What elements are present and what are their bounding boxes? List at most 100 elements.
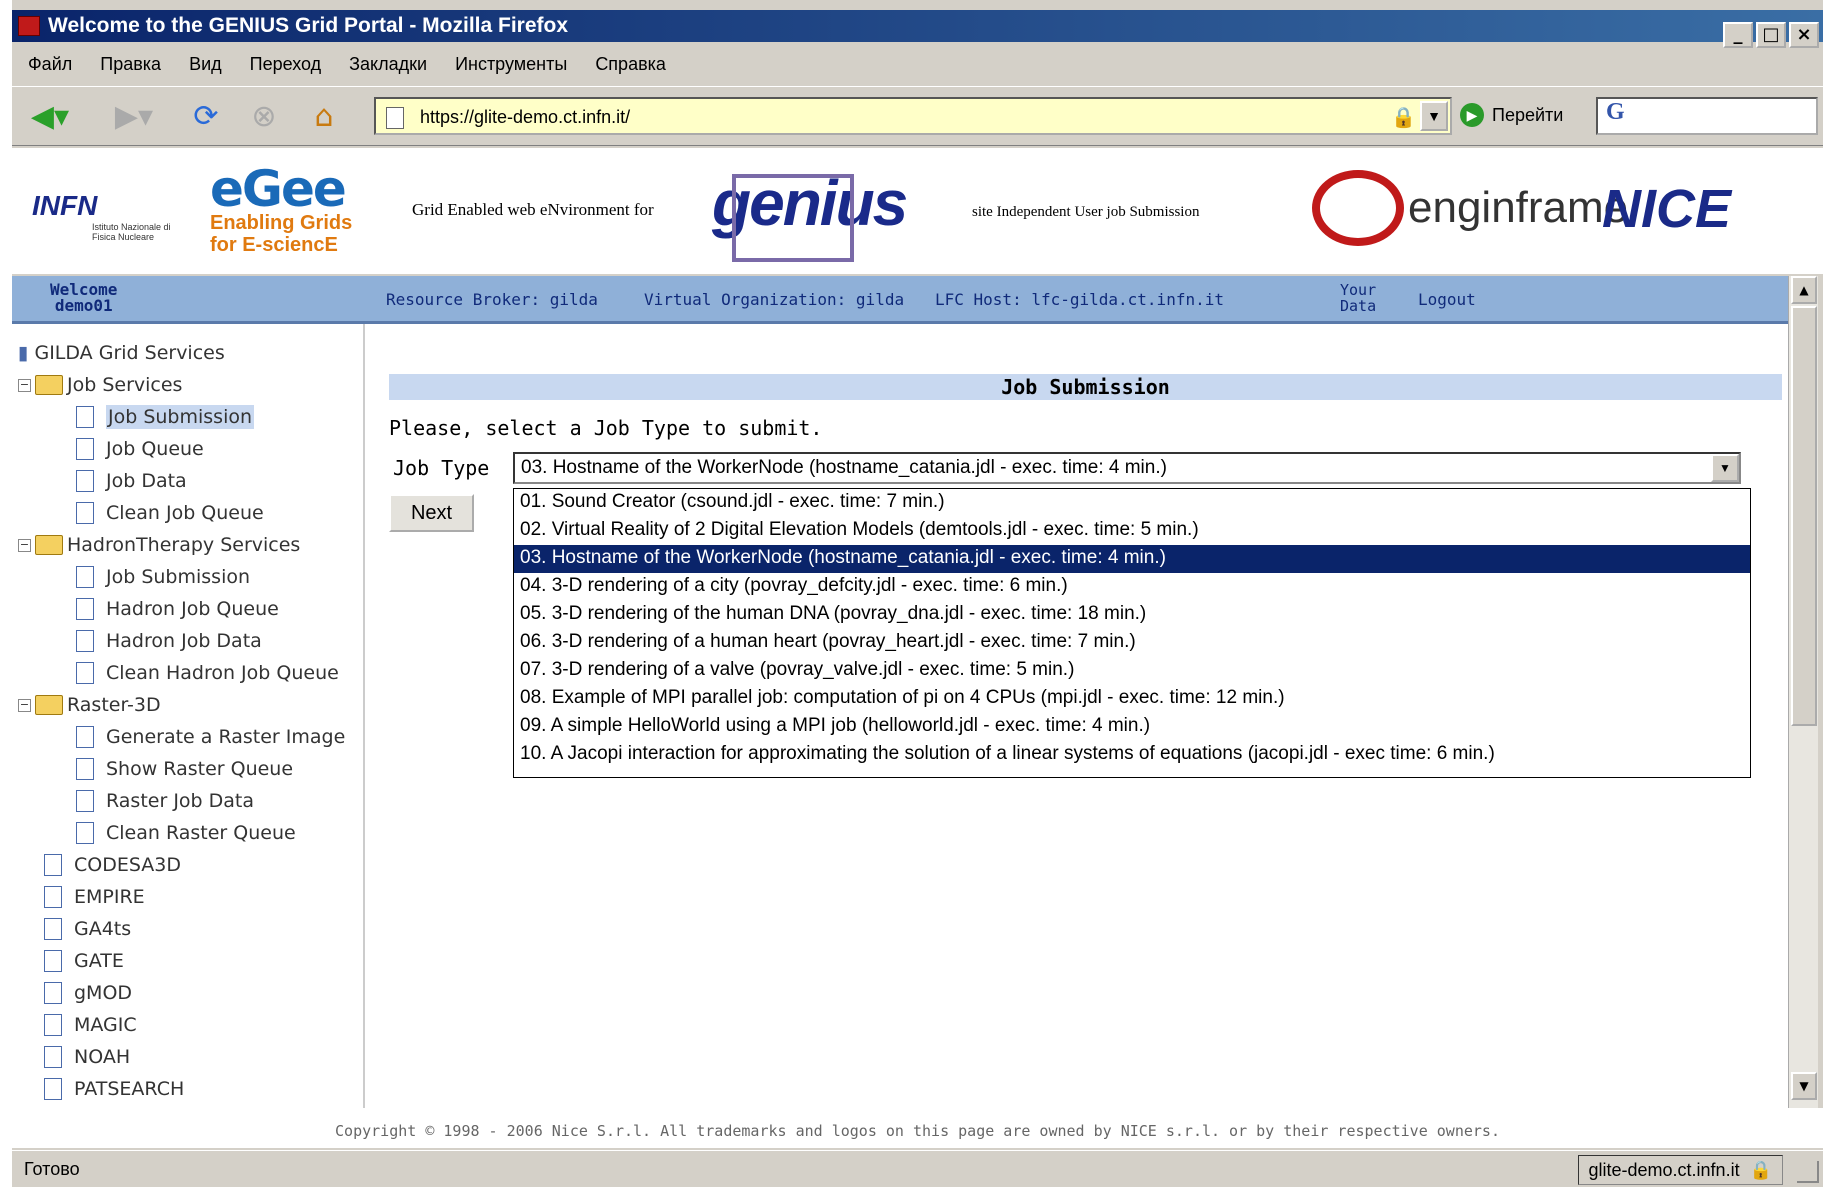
tree-folder-hadrontherapy[interactable]: − HadronTherapy Services (18, 530, 300, 560)
job-type-selected-value: 03. Hostname of the WorkerNode (hostname… (521, 457, 1167, 478)
document-icon (76, 566, 94, 588)
collapse-icon[interactable]: − (18, 378, 31, 392)
scroll-down-icon[interactable]: ▼ (1791, 1072, 1817, 1100)
back-arrow-icon[interactable]: ◀▾ (20, 94, 80, 138)
tree-item-noah[interactable]: NOAH (44, 1042, 130, 1072)
tree-item-hadron-job-queue[interactable]: Hadron Job Queue (76, 594, 279, 624)
menu-file[interactable]: Файл (28, 54, 72, 75)
stop-icon[interactable]: ⊗ (242, 94, 286, 138)
menu-go[interactable]: Переход (250, 54, 322, 75)
url-field[interactable]: https://glite-demo.ct.infn.it/ 🔒 ▼ (374, 97, 1452, 135)
reload-icon[interactable]: ⟳ (184, 94, 228, 138)
scroll-up-icon[interactable]: ▲ (1791, 276, 1817, 304)
document-icon (44, 918, 62, 940)
job-type-option[interactable]: 08. Example of MPI parallel job: computa… (514, 685, 1750, 713)
tree-item-gate[interactable]: GATE (44, 946, 124, 976)
tree-item-raster-job-data[interactable]: Raster Job Data (76, 786, 254, 816)
site-independent-text: site Independent User job Submission (972, 204, 1200, 220)
tree-item-hadron-job-submission[interactable]: Job Submission (76, 562, 250, 592)
chevron-down-icon[interactable]: ▼ (1711, 454, 1739, 482)
welcome-bar: Welcome demo01 Resource Broker: gilda Vi… (12, 276, 1788, 324)
job-type-option[interactable]: 04. 3-D rendering of a city (povray_defc… (514, 573, 1750, 601)
job-type-label: Job Type (393, 456, 490, 480)
security-host[interactable]: glite-demo.ct.infn.it 🔒 (1577, 1155, 1783, 1185)
resource-broker-link[interactable]: Resource Broker: gilda (386, 290, 598, 309)
server-icon: ▮ (18, 342, 29, 364)
job-type-option[interactable]: 10. A Jacopi interaction for approximati… (514, 741, 1750, 769)
menu-edit[interactable]: Правка (100, 54, 161, 75)
document-icon (44, 886, 62, 908)
tree-item-clean-raster-queue[interactable]: Clean Raster Queue (76, 818, 296, 848)
forward-arrow-icon[interactable]: ▶▾ (104, 94, 164, 138)
tree-item-gmod[interactable]: gMOD (44, 978, 132, 1008)
tree-item-codesa3d[interactable]: CODESA3D (44, 850, 181, 880)
url-text: https://glite-demo.ct.infn.it/ (420, 107, 631, 127)
document-icon (44, 1046, 62, 1068)
scroll-thumb[interactable] (1791, 306, 1817, 726)
tree-item-job-data[interactable]: Job Data (76, 466, 187, 496)
document-icon (76, 502, 94, 524)
menu-tools[interactable]: Инструменты (455, 54, 567, 75)
menu-view[interactable]: Вид (189, 54, 222, 75)
genius-logo: genius (712, 166, 932, 262)
copyright-footer: Copyright © 1998 - 2006 Nice S.r.l. All … (12, 1108, 1823, 1148)
tree-item-show-raster-queue[interactable]: Show Raster Queue (76, 754, 293, 784)
tree-item-hadron-job-data[interactable]: Hadron Job Data (76, 626, 262, 656)
go-button[interactable]: ▶ Перейти (1460, 103, 1563, 127)
browser-window: Welcome to the GENIUS Grid Portal - Mozi… (12, 0, 1823, 1187)
page-title: Job Submission (389, 374, 1782, 400)
nice-logo: NICE (1602, 179, 1732, 239)
collapse-icon[interactable]: − (18, 698, 31, 712)
job-type-option[interactable]: 07. 3-D rendering of a valve (povray_val… (514, 657, 1750, 685)
tree-item-patsearch[interactable]: PATSEARCH (44, 1074, 184, 1104)
tree-root[interactable]: ▮ GILDA Grid Services (18, 338, 225, 368)
folder-icon (35, 535, 63, 555)
grid-enabled-text: Grid Enabled web eNvironment for (412, 200, 654, 219)
tree-folder-raster-3d[interactable]: − Raster-3D (18, 690, 161, 720)
document-icon (44, 1078, 62, 1100)
tree-folder-job-services[interactable]: − Job Services (18, 370, 182, 400)
window-title: Welcome to the GENIUS Grid Portal - Mozi… (48, 14, 569, 37)
firefox-icon (18, 16, 40, 36)
tree-item-job-queue[interactable]: Job Queue (76, 434, 204, 464)
job-type-select[interactable]: 03. Hostname of the WorkerNode (hostname… (513, 452, 1741, 484)
services-tree: ▮ GILDA Grid Services − Job Services Job S… (12, 324, 365, 1108)
main-panel: Job Submission Please, select a Job Type… (367, 324, 1788, 1108)
navigation-toolbar: ◀▾ ▶▾ ⟳ ⊗ ⌂ https://glite-demo.ct.infn.i… (12, 86, 1823, 146)
job-type-option[interactable]: 06. 3-D rendering of a human heart (povr… (514, 629, 1750, 657)
document-icon (44, 854, 62, 876)
tree-item-clean-hadron-job-queue[interactable]: Clean Hadron Job Queue (76, 658, 339, 688)
home-icon[interactable]: ⌂ (302, 94, 346, 138)
tree-item-ga4ts[interactable]: GA4ts (44, 914, 131, 944)
status-text: Готово (24, 1159, 80, 1179)
job-type-option[interactable]: 05. 3-D rendering of the human DNA (povr… (514, 601, 1750, 629)
job-type-option[interactable]: 01. Sound Creator (csound.jdl - exec. ti… (514, 489, 1750, 517)
next-button[interactable]: Next (389, 494, 474, 532)
collapse-icon[interactable]: − (18, 538, 31, 552)
page-content: ▮ GILDA Grid Services − Job Services Job S… (12, 324, 1788, 1108)
resize-grip-icon[interactable] (1797, 1161, 1819, 1183)
job-type-option-highlighted[interactable]: 03. Hostname of the WorkerNode (hostname… (514, 545, 1750, 573)
tree-item-clean-job-queue[interactable]: Clean Job Queue (76, 498, 264, 528)
document-icon (76, 726, 94, 748)
vertical-scrollbar[interactable]: ▲ ▼ (1788, 276, 1818, 1108)
tree-item-generate-raster-image[interactable]: Generate a Raster Image (76, 722, 345, 752)
document-icon (44, 950, 62, 972)
portal-banner: INFN Istituto Nazionale di Fisica Nuclea… (12, 148, 1823, 274)
menu-bookmarks[interactable]: Закладки (349, 54, 427, 75)
url-dropdown-button[interactable]: ▼ (1420, 101, 1448, 131)
job-type-option[interactable]: 02. Virtual Reality of 2 Digital Elevati… (514, 517, 1750, 545)
logout-link[interactable]: Logout (1418, 290, 1476, 309)
lfc-host-link[interactable]: LFC Host: lfc-gilda.ct.infn.it (935, 290, 1224, 309)
document-icon (76, 630, 94, 652)
your-data-link[interactable]: Your Data (1340, 282, 1376, 314)
status-bar: Готово glite-demo.ct.infn.it 🔒 (12, 1150, 1823, 1187)
tree-item-job-submission[interactable]: Job Submission (76, 402, 255, 432)
tree-item-magic[interactable]: MAGIC (44, 1010, 137, 1040)
search-input[interactable]: G (1596, 97, 1818, 135)
virtual-organization-link[interactable]: Virtual Organization: gilda (644, 290, 904, 309)
tree-item-empire[interactable]: EMPIRE (44, 882, 145, 912)
welcome-user: Welcome demo01 (50, 280, 118, 315)
menu-help[interactable]: Справка (595, 54, 666, 75)
job-type-option[interactable]: 09. A simple HelloWorld using a MPI job … (514, 713, 1750, 741)
